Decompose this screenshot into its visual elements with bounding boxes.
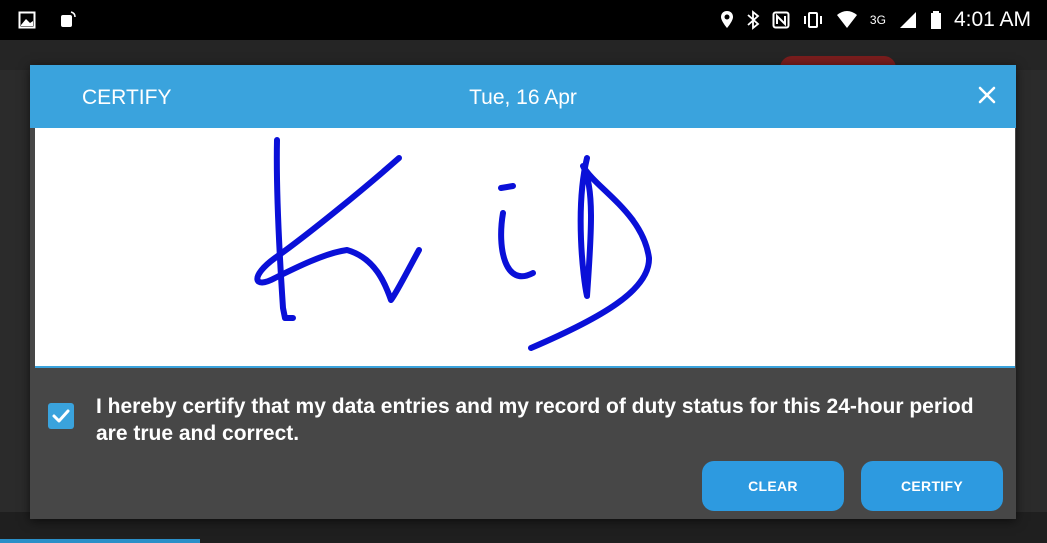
status-bar-right: 3G 4:01 AM: [720, 8, 1031, 32]
check-icon: [52, 409, 70, 423]
certify-button[interactable]: CERTIFY: [861, 461, 1003, 511]
network-type: 3G: [869, 13, 886, 27]
bluetooth-icon: [747, 10, 760, 30]
status-bar-left: [18, 10, 78, 30]
certification-text: I hereby certify that my data entries an…: [96, 395, 974, 445]
certify-dialog: Tue, 16 Apr CERTIFY I hereby certify tha…: [30, 65, 1016, 519]
wifi-icon: [836, 11, 857, 28]
location-icon: [720, 11, 733, 28]
clock: 4:01 AM: [953, 8, 1031, 31]
battery-icon: [930, 11, 941, 29]
signature-pad[interactable]: [35, 128, 1015, 368]
signature-drawing: [254, 137, 653, 351]
signal-icon: [899, 12, 916, 28]
dialog-date: Tue, 16 Apr: [469, 86, 577, 109]
clear-button[interactable]: CLEAR: [702, 461, 844, 511]
certification-checkbox[interactable]: [48, 403, 74, 429]
image-icon: [18, 11, 36, 29]
vibrate-icon: [803, 12, 822, 28]
nfc-icon: [772, 11, 790, 29]
dialog-header: Tue, 16 Apr CERTIFY: [30, 65, 1016, 128]
background-nav-active-indicator: [0, 539, 200, 543]
dialog-title: CERTIFY: [82, 86, 172, 109]
close-icon[interactable]: [972, 80, 1002, 110]
notification-icon: [61, 11, 76, 27]
status-bar: 3G 4:01 AM: [0, 0, 1047, 40]
